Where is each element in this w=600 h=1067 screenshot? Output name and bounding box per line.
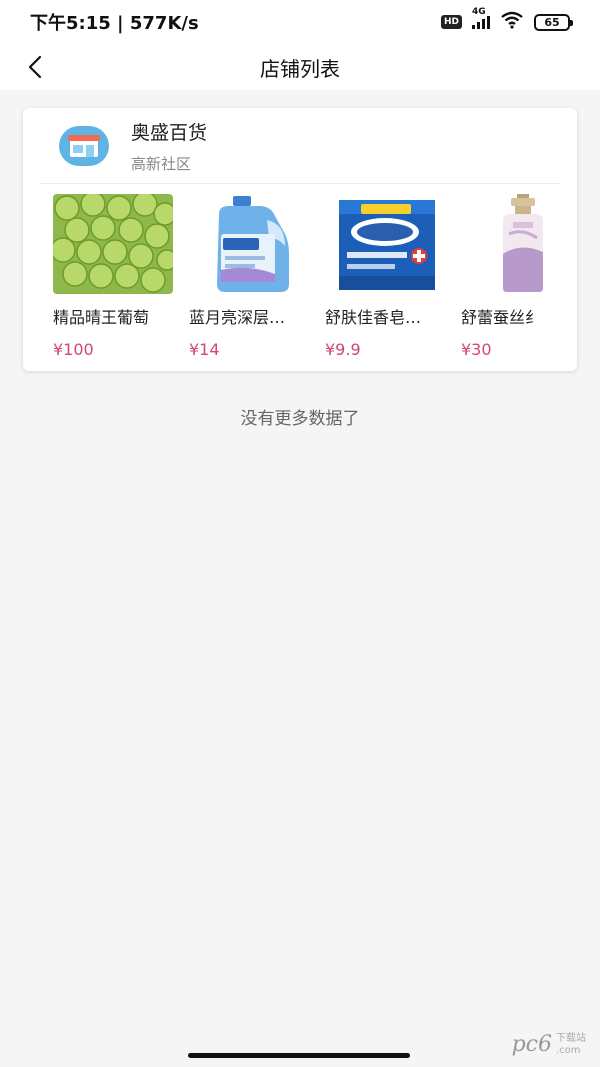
product-item[interactable]: 舒蕾蚕丝纟 ¥30 [461, 194, 577, 359]
wifi-icon [500, 11, 524, 34]
product-image-shampoo [461, 194, 577, 294]
network-type: 4G [472, 7, 486, 17]
product-name: 精品晴王葡萄 [53, 308, 150, 327]
no-more-data-text: 没有更多数据了 [240, 409, 360, 429]
nav-bar: 店铺列表 [0, 44, 600, 90]
product-item[interactable]: 精品晴王葡萄 ¥100 [53, 194, 173, 359]
store-card[interactable]: 奥盛百货 高新社区 精品晴王葡萄 ¥100 蓝月亮深层… ¥14 舒肤佳香皂… … [23, 108, 577, 371]
product-item[interactable]: 舒肤佳香皂… ¥9.9 [325, 194, 445, 359]
product-price: ¥14 [189, 340, 220, 359]
watermark: pc6 下载站 .com [512, 1032, 586, 1057]
product-price: ¥30 [461, 340, 492, 359]
product-price: ¥100 [53, 340, 94, 359]
watermark-sub: 下载站 .com [556, 1033, 586, 1057]
battery-icon: 65 [534, 13, 573, 31]
back-button[interactable] [18, 50, 52, 84]
watermark-url: .com [556, 1044, 581, 1056]
product-name: 舒肤佳香皂… [325, 308, 422, 327]
store-icon [59, 125, 109, 166]
product-image-soap [325, 194, 445, 294]
watermark-logo: pc6 [511, 1032, 552, 1057]
product-image-grapes [53, 194, 173, 294]
hd-icon: HD [440, 15, 462, 29]
watermark-sub-text: 下载站 [556, 1032, 586, 1044]
product-image-detergent [189, 194, 309, 294]
product-price: ¥9.9 [325, 340, 361, 359]
page-title: 店铺列表 [260, 56, 340, 81]
status-time-speed: 下午5:15 | 577K/s [30, 13, 199, 34]
store-community: 高新社区 [131, 154, 192, 173]
battery-level: 65 [544, 15, 560, 29]
chevron-left-icon [28, 55, 42, 79]
product-name: 舒蕾蚕丝纟 [461, 308, 542, 327]
home-indicator[interactable] [188, 1053, 410, 1058]
product-name: 蓝月亮深层… [189, 308, 286, 327]
product-item[interactable]: 蓝月亮深层… ¥14 [189, 194, 309, 359]
store-info: 奥盛百货 高新社区 [131, 118, 207, 174]
signal-icon: 4G [472, 7, 490, 29]
status-icons: HD 4G 65 [440, 7, 573, 34]
product-list: 精品晴王葡萄 ¥100 蓝月亮深层… ¥14 舒肤佳香皂… ¥9.9 舒蕾蚕丝纟… [23, 184, 577, 359]
store-header[interactable]: 奥盛百货 高新社区 [39, 108, 561, 184]
store-name: 奥盛百货 [131, 121, 208, 144]
status-bar: 下午5:15 | 577K/s HD 4G 65 [0, 0, 600, 44]
